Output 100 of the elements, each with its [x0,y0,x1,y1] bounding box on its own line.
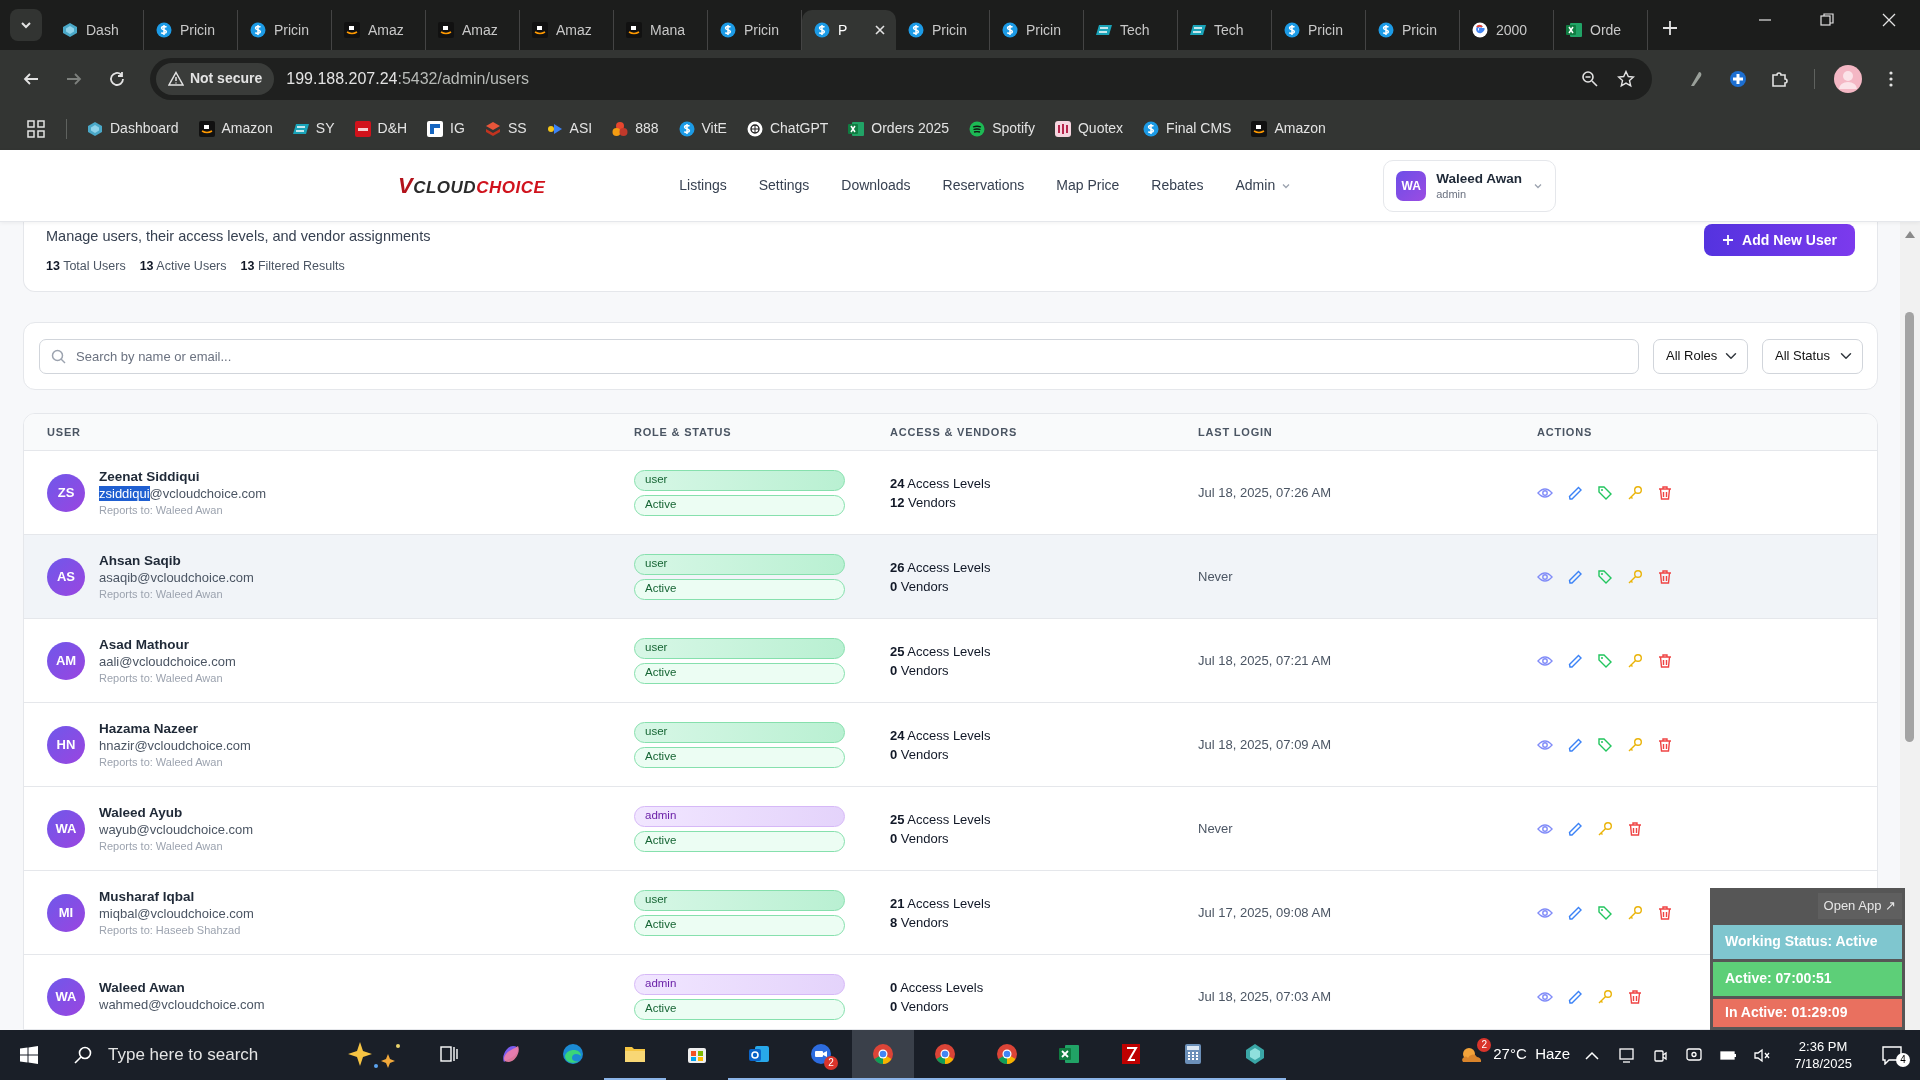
bookmark[interactable]: Quotex [1046,114,1132,143]
wave-circle-icon [561,1042,585,1066]
key-button[interactable] [1627,484,1643,501]
user-name: Zeenat Siddiqui [99,468,201,485]
bookmark[interactable]: Final CMS [1135,114,1240,143]
warning-icon [167,70,184,87]
tag-button[interactable] [1597,904,1613,921]
nav-link[interactable]: Listings [663,169,743,202]
edit-button[interactable] [1567,736,1583,753]
notifications-button[interactable]: 4 [1872,1037,1912,1073]
bookmark[interactable]: Amazon [190,114,281,143]
status-badge: Active [634,746,845,768]
edit-pencil-icon [1567,652,1583,669]
tag-button[interactable] [1597,484,1613,501]
delete-button[interactable] [1657,568,1673,585]
nav-dropdown[interactable]: Admin [1219,169,1308,202]
reports-to-text: Reports to: Haseeb Shahzad [99,923,242,937]
bookmark[interactable]: 888 [604,114,667,143]
delete-button[interactable] [1657,484,1673,501]
edit-button[interactable] [1567,820,1583,837]
delete-button[interactable] [1657,736,1673,753]
bookmark[interactable]: SS [476,114,535,143]
bookmark[interactable]: ASI [538,114,601,143]
address-bar[interactable]: Not secure 199.188.207.24:5432/admin/users [149,57,1652,100]
edit-button[interactable] [1567,568,1583,585]
edit-button[interactable] [1567,652,1583,669]
notification-count: 4 [1896,1053,1910,1067]
waves-icon [969,120,986,137]
ring-icon [1472,22,1488,38]
role-filter[interactable]: All Roles [1653,338,1748,374]
user-email: @vcloudchoice.com [149,486,267,501]
screen-icon [1685,1046,1704,1064]
status-badge: Active [634,914,845,936]
bookmark[interactable]: Spotify [961,114,1043,143]
search-field[interactable]: Search by name or email... [39,338,1639,374]
edit-pencil-icon [1567,820,1583,837]
bookmark[interactable]: D&H [346,114,416,143]
tag-icon [1597,484,1613,501]
delete-button[interactable] [1627,988,1643,1005]
delete-button[interactable] [1627,820,1643,837]
edit-button[interactable] [1567,484,1583,501]
key-button[interactable] [1597,820,1613,837]
reports-to-text: Reports to: Waleed Awan [99,503,224,517]
access-levels-text: 0 Access Levels [890,978,985,997]
tag-icon [1597,736,1613,753]
user-avatar: AM [47,641,85,680]
nav-link[interactable]: Reservations [926,169,1041,202]
scrollbar-thumb[interactable] [1905,312,1914,742]
slanted-badge-icon [1096,22,1112,38]
bookmark[interactable]: IG [419,114,473,143]
bookmark[interactable]: Amazon [1243,114,1334,143]
delete-button[interactable] [1657,652,1673,669]
nav-link[interactable]: Map Price [1040,169,1136,202]
tag-button[interactable] [1597,652,1613,669]
nav-link[interactable]: Downloads [825,169,927,202]
scrollbar[interactable] [1900,222,1920,1030]
close-icon[interactable] [874,24,886,36]
notification-badge: 2 [824,1056,838,1070]
user-name: Waleed Awan [99,979,186,996]
bookmark[interactable]: Orders 2025 [840,114,958,143]
key-button[interactable] [1597,988,1613,1005]
security-chip[interactable]: Not secure [155,62,275,95]
edit-button[interactable] [1567,904,1583,921]
status-filter[interactable]: All Status [1762,338,1863,374]
taskbar-search-field[interactable]: Type here to search [58,1030,418,1080]
delete-button[interactable] [1657,904,1673,921]
coin-icon [1284,22,1300,38]
last-login-text: Jul 18, 2025, 07:03 AM [1198,987,1332,1006]
tag-button[interactable] [1597,568,1613,585]
smile-icon [198,120,215,137]
add-user-button[interactable]: Add New User [1704,224,1855,256]
weather-button[interactable]: 2 27°C Haze [1459,1030,1571,1080]
gem-icon [1243,1042,1267,1066]
user-menu[interactable]: WA Waleed Awan admin [1383,159,1557,212]
tab-search-button[interactable] [10,9,42,41]
logo[interactable]: VCLOUDCHOICE [398,169,546,202]
key-icon [1627,568,1643,585]
bookmark[interactable]: VitE [670,114,735,143]
user-name: Hazama Nazeer [99,720,200,737]
access-levels-text: 26 Access Levels [890,558,992,577]
delete-trash-icon [1627,988,1643,1005]
bookmark[interactable]: Dashboard [79,114,187,143]
coin-icon [720,22,736,38]
key-button[interactable] [1627,736,1643,753]
edit-button[interactable] [1567,988,1583,1005]
plus-icon [1662,20,1678,36]
nav-link[interactable]: Settings [742,169,826,202]
nav-link[interactable]: Rebates [1135,169,1220,202]
tag-button[interactable] [1597,736,1613,753]
browser-circle-icon [871,1042,895,1066]
status-badge: Active [634,662,845,684]
key-button[interactable] [1627,904,1643,921]
open-app-link[interactable]: Open App ↗ [1817,893,1902,919]
bookmark[interactable]: ChatGPT [738,114,837,143]
reload-icon [107,69,126,88]
browser-tab[interactable]: P [802,10,896,50]
bookmark[interactable]: SY [284,114,343,143]
key-button[interactable] [1627,652,1643,669]
key-icon [1597,988,1613,1005]
kebab-menu-icon [1888,70,1893,87]
